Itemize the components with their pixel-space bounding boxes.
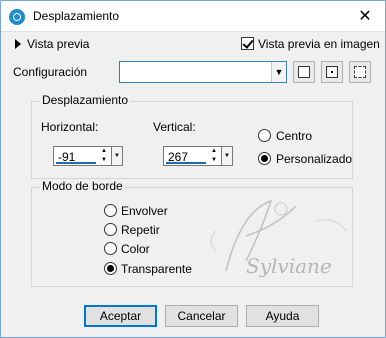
preview-on-image-checkbox[interactable] xyxy=(241,37,254,50)
increment-icon[interactable]: ▲ xyxy=(208,147,220,156)
preview-on-image-label: Vista previa en imagen xyxy=(258,37,380,51)
edge-mode-group-title: Modo de borde xyxy=(40,179,125,193)
close-button[interactable]: ✕ xyxy=(355,7,375,27)
decrement-icon[interactable]: ▼ xyxy=(208,156,220,165)
radio-transparent-label: Transparente xyxy=(121,262,192,276)
help-button[interactable]: Ayuda xyxy=(246,305,319,327)
ok-button[interactable]: Aceptar xyxy=(84,305,157,327)
radio-wrap[interactable] xyxy=(104,204,117,217)
radio-transparent[interactable] xyxy=(104,262,117,275)
app-icon xyxy=(9,9,25,25)
displacement-group-title: Desplazamiento xyxy=(40,93,131,107)
random-button[interactable] xyxy=(321,61,343,83)
title-bar: Desplazamiento ✕ xyxy=(1,1,385,32)
radio-center[interactable] xyxy=(258,129,271,142)
focus-underline xyxy=(56,162,96,164)
radio-custom[interactable] xyxy=(258,152,271,165)
config-select[interactable]: ▼ xyxy=(119,61,287,83)
window-title: Desplazamiento xyxy=(33,9,120,23)
radio-repeat[interactable] xyxy=(104,223,117,236)
focus-underline xyxy=(166,162,206,164)
config-label: Configuración xyxy=(13,65,88,79)
expand-arrow-icon xyxy=(15,39,21,49)
radio-custom-label: Personalizado xyxy=(276,152,353,166)
chevron-down-icon[interactable]: ▼ xyxy=(271,62,286,82)
cancel-button[interactable]: Cancelar xyxy=(165,305,238,327)
reset-button[interactable] xyxy=(349,61,371,83)
dialog-window: Desplazamiento ✕ Vista previa Vista prev… xyxy=(0,0,386,338)
radio-color[interactable] xyxy=(104,242,117,255)
horizontal-label: Horizontal: xyxy=(41,120,99,134)
radio-center-label: Centro xyxy=(276,129,313,143)
save-preset-button[interactable] xyxy=(293,61,315,83)
save-icon xyxy=(298,66,310,78)
decrement-icon[interactable]: ▼ xyxy=(98,156,110,165)
preview-label: Vista previa xyxy=(27,37,90,51)
watermark-logo: Sylviane xyxy=(210,199,347,278)
displacement-group: Desplazamiento Horizontal: -91 ▲ ▼ ▼ Vert… xyxy=(31,93,353,179)
chevron-down-icon[interactable]: ▼ xyxy=(111,147,122,165)
watermark-signature: Sylviane xyxy=(246,254,332,278)
reset-icon xyxy=(354,66,366,78)
vertical-spinner[interactable]: 267 ▲ ▼ ▼ xyxy=(163,146,233,166)
radio-color-label: Color xyxy=(121,242,150,256)
vertical-label: Vertical: xyxy=(153,120,196,134)
horizontal-spinner[interactable]: -91 ▲ ▼ ▼ xyxy=(53,146,123,166)
preview-toggle[interactable]: Vista previa xyxy=(15,37,89,51)
chevron-down-icon[interactable]: ▼ xyxy=(221,147,232,165)
radio-wrap-label: Envolver xyxy=(121,204,168,218)
increment-icon[interactable]: ▲ xyxy=(98,147,110,156)
radio-repeat-label: Repetir xyxy=(121,223,160,237)
random-die-icon xyxy=(326,66,338,78)
